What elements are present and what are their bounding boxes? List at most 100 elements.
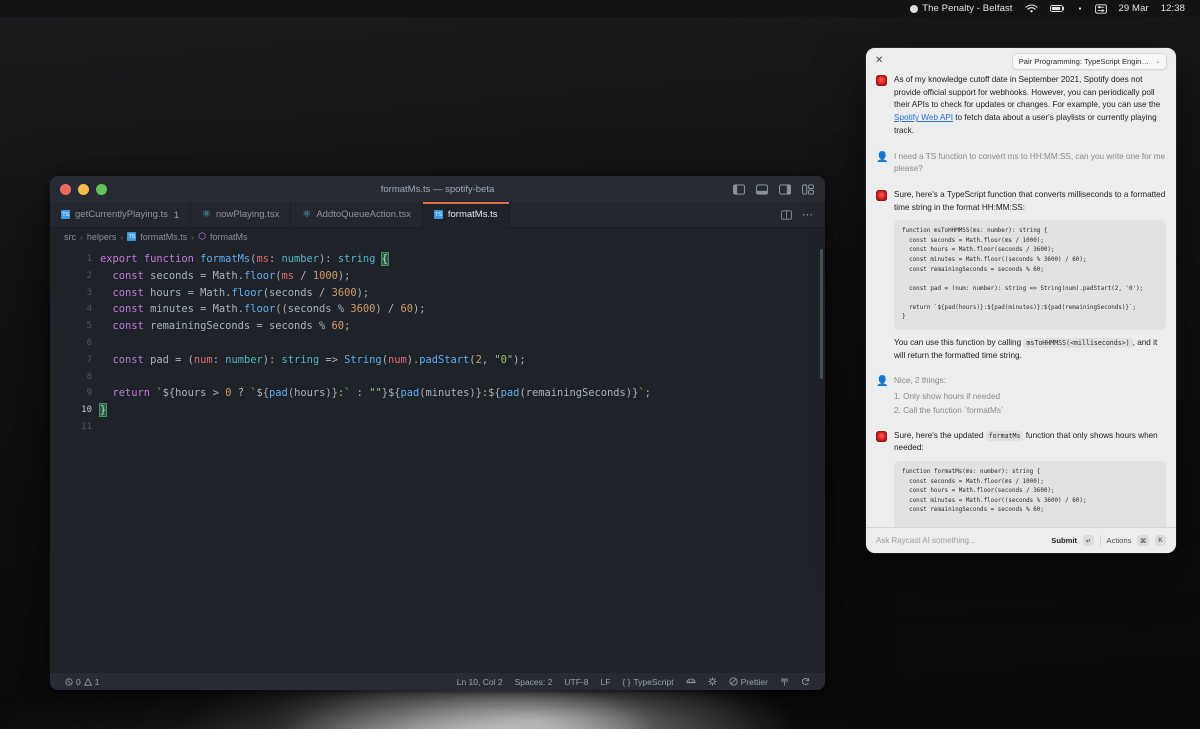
code-line-5: const remainingSeconds = seconds % 60; <box>112 320 351 333</box>
error-icon <box>65 677 73 686</box>
macos-menu-bar: The Penalty - Belfast 29 Mar 12:38 <box>0 0 1200 17</box>
chat-message-body: Sure, here's a TypeScript function that … <box>894 189 1166 364</box>
more-actions-icon[interactable]: ⋯ <box>802 209 814 220</box>
code-line-1: export function formatMs(ms: number): st… <box>100 252 389 266</box>
chat-message-body: Nice, 2 things: 1. Only show hours if ne… <box>894 375 1166 418</box>
status-radio-tower[interactable] <box>774 677 795 686</box>
preset-selector[interactable]: Pair Programming: TypeScript Engin… ⌄ <box>1011 52 1167 70</box>
editor-status-bar: 0 1 Ln 10, Col 2 Spaces: 2 UTF-8 LF { } … <box>50 673 825 690</box>
typescript-file-icon <box>127 232 137 241</box>
code-editor-text[interactable]: export function formatMs(ms: number): st… <box>92 245 825 673</box>
menubar-wifi[interactable] <box>1019 0 1044 17</box>
line-number: 7 <box>86 354 92 365</box>
menubar-now-playing[interactable]: The Penalty - Belfast <box>904 0 1018 17</box>
breadcrumb-item-symbol[interactable]: formatMs <box>210 232 248 242</box>
status-warning-count: 1 <box>94 676 100 687</box>
editor-tab-label: getCurrentlyPlaying.ts <box>75 209 168 220</box>
list-item: 2. Call the function `formatMs` <box>894 406 1004 416</box>
wifi-icon <box>1025 3 1037 13</box>
raycast-input-bar: Ask Raycast AI something... Submit ↵ Act… <box>866 527 1176 553</box>
chat-text: Sure, here's the updated <box>894 430 986 440</box>
zoom-window-button[interactable] <box>96 183 107 195</box>
status-cursor-position[interactable]: Ln 10, Col 2 <box>451 677 509 687</box>
customize-layout-icon[interactable] <box>802 183 814 195</box>
editor-scrollbar[interactable] <box>820 249 823 379</box>
line-number: 2 <box>86 270 92 281</box>
breadcrumb-item-helpers[interactable]: helpers <box>87 232 117 242</box>
spotify-circle-icon <box>910 4 919 13</box>
user-avatar-icon: 👤 <box>876 151 889 163</box>
editor-tab-label: formatMs.ts <box>447 209 498 220</box>
line-number: 5 <box>86 321 92 332</box>
actions-button-label[interactable]: Actions <box>1107 536 1132 545</box>
inline-code-call: msToHHMMSS(<milliseconds>) <box>1023 337 1133 348</box>
editor-tab-badge: 1 <box>173 209 179 220</box>
status-spinner[interactable] <box>702 677 723 686</box>
chevron-right-icon: › <box>191 231 195 242</box>
close-window-button[interactable] <box>60 183 71 195</box>
chat-ordered-list: 1. Only show hours if needed 2. Call the… <box>894 390 1166 419</box>
ai-avatar-icon <box>876 75 887 86</box>
chat-paragraph: Sure, here's a TypeScript function that … <box>894 189 1166 212</box>
status-language-label: TypeScript <box>633 676 674 687</box>
editor-tab-addtoqueueaction[interactable]: ⚛ AddtoQueueAction.tsx <box>291 202 423 227</box>
toggle-panel-icon[interactable] <box>756 183 768 195</box>
code-block-mstohhmmss[interactable]: function msToHHMMSS(ms: number): string … <box>894 220 1166 330</box>
status-eol[interactable]: LF <box>594 677 616 687</box>
status-sync[interactable] <box>795 677 816 686</box>
raycast-ask-input[interactable]: Ask Raycast AI something... <box>876 536 1045 545</box>
raycast-conversation[interactable]: As of my knowledge cutoff date in Septem… <box>866 74 1176 527</box>
window-traffic-lights <box>50 183 107 195</box>
line-number: 4 <box>86 304 92 315</box>
toggle-secondary-sidebar-icon[interactable] <box>779 183 791 195</box>
line-number: 8 <box>86 371 92 382</box>
menubar-date[interactable]: 29 Mar <box>1113 0 1155 17</box>
sync-icon <box>802 678 809 685</box>
status-smiley[interactable] <box>680 677 702 686</box>
code-block-formatms[interactable]: function formatMs(ms: number): string { … <box>894 461 1166 527</box>
menubar-bluetooth[interactable] <box>1071 0 1089 17</box>
close-icon[interactable]: ✕ <box>875 56 883 66</box>
editor-tab-label: nowPlaying.tsx <box>215 209 280 220</box>
editor-tab-nowplaying[interactable]: ⚛ nowPlaying.tsx <box>191 202 292 227</box>
chat-paragraph: Nice, 2 things: <box>894 376 946 386</box>
status-encoding[interactable]: UTF-8 <box>558 677 594 687</box>
radio-tower-icon <box>781 677 788 686</box>
chat-paragraph: As of my knowledge cutoff date in Septem… <box>894 74 1166 138</box>
warning-icon <box>83 677 92 686</box>
breadcrumb-item-file[interactable]: formatMs.ts <box>140 232 187 242</box>
editor-tab-formatms[interactable]: formatMs.ts <box>422 202 510 227</box>
chat-paragraph: Sure, here's the updated formatMs functi… <box>894 430 1166 455</box>
split-editor-icon[interactable] <box>781 209 792 220</box>
status-prettier-label: Prettier <box>740 676 768 687</box>
menubar-control-center[interactable] <box>1089 0 1113 17</box>
chat-message-body: I need a TS function to convert ms to HH… <box>894 151 1166 178</box>
list-item: 1. Only show hours if needed <box>894 392 1001 402</box>
editor-title-bar: formatMs.ts — spotify-beta <box>50 176 825 202</box>
breadcrumb-item-src[interactable]: src <box>64 232 76 242</box>
line-number-current: 10 <box>81 405 92 416</box>
chat-message-user-2: 👤 Nice, 2 things: 1. Only show hours if … <box>876 375 1166 418</box>
chat-paragraph: I need a TS function to convert ms to HH… <box>894 151 1166 174</box>
user-avatar-icon: 👤 <box>876 376 889 388</box>
status-problems[interactable]: 0 1 <box>59 677 105 687</box>
menubar-battery[interactable] <box>1044 0 1071 17</box>
breadcrumb: src › helpers › formatMs.ts › ⬡ formatMs <box>50 228 825 245</box>
status-indentation[interactable]: Spaces: 2 <box>509 677 559 687</box>
actions-shortcut-cmd: ⌘ <box>1137 535 1149 546</box>
typescript-file-icon <box>433 210 443 219</box>
code-line-10: } <box>98 403 108 418</box>
submit-button-label[interactable]: Submit <box>1051 536 1077 545</box>
toggle-primary-sidebar-icon[interactable] <box>733 183 745 195</box>
status-language-mode[interactable]: { } TypeScript <box>616 677 679 687</box>
menubar-time-label: 12:38 <box>1160 3 1185 14</box>
chat-paragraph: You can use this function by calling msT… <box>894 337 1166 362</box>
inline-code-formatms: formatMs <box>985 430 1024 441</box>
minimize-window-button[interactable] <box>78 183 89 195</box>
editor-tab-getcurrentlyplaying[interactable]: getCurrentlyPlaying.ts 1 <box>50 202 191 227</box>
menubar-clock[interactable]: 12:38 <box>1155 0 1191 17</box>
status-prettier[interactable]: Prettier <box>723 677 774 687</box>
vscode-window: formatMs.ts — spotify-beta g <box>50 176 825 690</box>
spotify-web-api-link[interactable]: Spotify Web API <box>894 113 953 122</box>
